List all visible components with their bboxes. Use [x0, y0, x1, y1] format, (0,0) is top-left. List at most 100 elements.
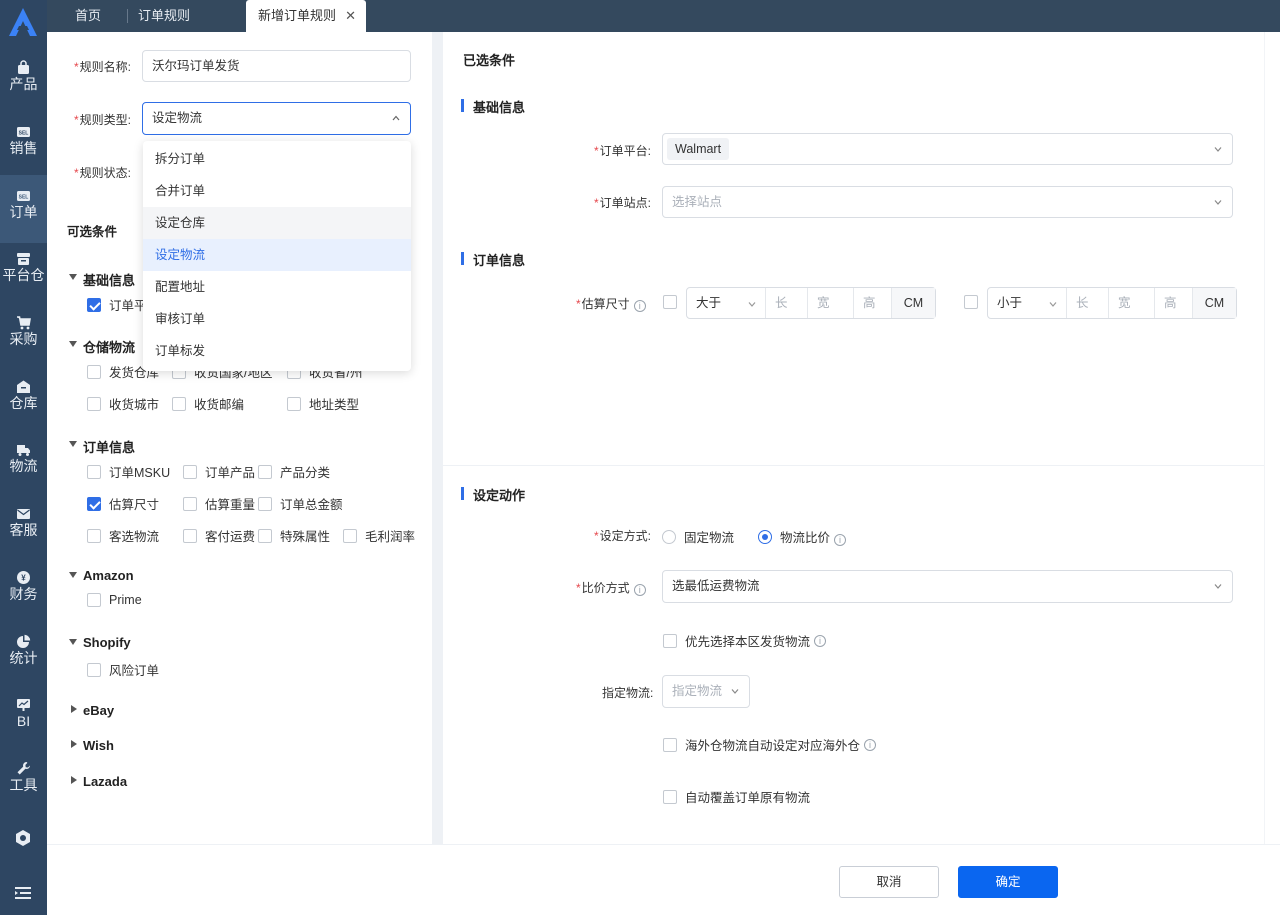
info-icon[interactable]: i	[633, 300, 646, 312]
assign-placeholder: 指定物流	[672, 684, 723, 698]
nav-item-8[interactable]: ¥ 财务	[0, 562, 47, 624]
method-compare-radio[interactable]: 物流比价 i	[758, 527, 847, 546]
scrollbar-track[interactable]	[1264, 32, 1280, 844]
cancel-button[interactable]: 取消	[839, 866, 939, 898]
group-7-header[interactable]: Lazada	[69, 774, 127, 789]
condition-checkbox[interactable]: 产品分类	[258, 462, 330, 481]
condition-checkbox[interactable]: 客付运费	[183, 526, 255, 545]
nav-label: 统计	[9, 650, 38, 666]
size2-height-input[interactable]: 高	[1155, 288, 1193, 318]
nav-label: BI	[16, 713, 31, 729]
rule-status-label: *规则状态:	[74, 166, 132, 180]
size2-length-input[interactable]: 长	[1067, 288, 1109, 318]
group-5-header[interactable]: eBay	[69, 703, 114, 718]
rule-type-option[interactable]: 设定物流	[143, 239, 411, 271]
nav-item-3[interactable]: 平台仓	[0, 243, 47, 305]
group-2-header[interactable]: 订单信息	[69, 437, 135, 456]
condition-checkbox[interactable]: 风险订单	[87, 660, 159, 679]
condition-checkbox[interactable]: 收货邮编	[172, 394, 244, 413]
rule-type-option[interactable]: 合并订单	[143, 175, 411, 207]
info-icon[interactable]: i	[864, 738, 877, 751]
group-4-header[interactable]: Shopify	[69, 635, 131, 650]
nav-item-7[interactable]: 客服	[0, 498, 47, 560]
tab-home[interactable]: 首页	[75, 0, 101, 32]
tab-new-order-rule[interactable]: 新增订单规则 ✕	[246, 0, 366, 32]
size1-checkbox[interactable]	[663, 295, 685, 309]
confirm-button[interactable]: 确定	[958, 866, 1058, 898]
platform-tag[interactable]: Walmart	[667, 138, 730, 160]
rule-type-option[interactable]: 拆分订单	[143, 143, 411, 175]
method-fixed-radio[interactable]: 固定物流	[662, 527, 734, 546]
size2-range: 小于 长 宽 高 CM	[987, 287, 1237, 319]
group-0-header[interactable]: 基础信息	[69, 270, 135, 289]
nav-item-6[interactable]: 物流	[0, 434, 47, 496]
nav-item-2[interactable]: SEL 订单	[0, 175, 47, 243]
rule-name-input[interactable]: 沃尔玛订单发货	[142, 50, 411, 82]
group-1-header[interactable]: 仓储物流	[69, 337, 135, 356]
overseas-checkbox[interactable]: 海外仓物流自动设定对应海外仓 i	[663, 735, 877, 754]
info-icon[interactable]: i	[633, 584, 646, 596]
nav-item-9[interactable]: 统计	[0, 626, 47, 688]
condition-checkbox[interactable]: 客选物流	[87, 526, 159, 545]
rule-type-option[interactable]: 配置地址	[143, 271, 411, 303]
nav-item-1[interactable]: SEL 销售	[0, 116, 47, 178]
product-bag-icon	[18, 60, 29, 74]
compare-select[interactable]: 选最低运费物流	[662, 570, 1233, 603]
nav-item-0[interactable]: 产品	[0, 52, 47, 114]
info-icon[interactable]: i	[814, 634, 827, 647]
size1-range: 大于 长 宽 高 CM	[686, 287, 936, 319]
size2-width-input[interactable]: 宽	[1109, 288, 1155, 318]
rule-type-select[interactable]: 设定物流	[142, 102, 411, 135]
group-3-header[interactable]: Amazon	[69, 568, 134, 583]
condition-checkbox[interactable]: 收货城市	[87, 394, 159, 413]
size1-operator-select[interactable]: 大于	[687, 288, 766, 318]
assign-logistics-select[interactable]: 指定物流	[662, 675, 750, 708]
compare-label: *比价方式 i	[576, 579, 646, 596]
size2-checkbox[interactable]	[964, 295, 986, 309]
section-marker	[461, 99, 464, 112]
condition-checkbox[interactable]: 特殊属性	[258, 526, 330, 545]
site-select[interactable]: 选择站点	[662, 186, 1233, 218]
caret-down-icon	[69, 639, 77, 645]
override-checkbox[interactable]: 自动覆盖订单原有物流	[663, 787, 810, 806]
svg-text:SEL: SEL	[19, 131, 29, 137]
platform-label: *订单平台:	[594, 144, 652, 158]
condition-checkbox[interactable]: Prime	[87, 593, 142, 607]
settings-hex-icon[interactable]	[14, 829, 32, 847]
group-6-header[interactable]: Wish	[69, 738, 114, 753]
tab-bar: 首页 订单规则 新增订单规则 ✕	[47, 0, 1280, 32]
size1-width-input[interactable]: 宽	[808, 288, 854, 318]
condition-checkbox[interactable]: 估算重量	[183, 494, 255, 513]
rule-type-option[interactable]: 审核订单	[143, 303, 411, 335]
rule-type-option[interactable]: 订单标发	[143, 335, 411, 367]
condition-checkbox[interactable]: 毛利润率	[343, 526, 415, 545]
condition-checkbox[interactable]: 订单总金额	[258, 494, 343, 513]
close-icon[interactable]: ✕	[345, 0, 356, 32]
caret-right-icon	[71, 776, 77, 784]
size1-length-input[interactable]: 长	[766, 288, 808, 318]
condition-checkbox[interactable]: 订单产品	[183, 462, 255, 481]
svg-text:SEL: SEL	[19, 195, 29, 201]
tab-label: 订单规则	[138, 8, 191, 23]
nav-item-5[interactable]: 仓库	[0, 371, 47, 433]
prefer-local-checkbox[interactable]: 优先选择本区发货物流 i	[663, 631, 827, 650]
rule-type-option[interactable]: 设定仓库	[143, 207, 411, 239]
size2-operator-select[interactable]: 小于	[988, 288, 1067, 318]
menu-collapse-icon[interactable]	[14, 884, 32, 902]
condition-checkbox[interactable]: 订单MSKU	[87, 462, 170, 481]
nav-item-10[interactable]: BI	[0, 689, 47, 751]
side-nav: 产品 SEL 销售 SEL 订单 平台仓 采购 仓库 物流 客服 ¥ 财务统计 BI 工具	[0, 0, 47, 915]
size1-height-input[interactable]: 高	[854, 288, 892, 318]
info-icon[interactable]: i	[834, 534, 847, 546]
nav-item-4[interactable]: 采购	[0, 307, 47, 369]
panel-gap	[432, 32, 443, 844]
platform-select[interactable]: Walmart	[662, 133, 1233, 165]
condition-checkbox[interactable]: 估算尺寸	[87, 494, 159, 513]
nav-item-11[interactable]: 工具	[0, 753, 47, 815]
tab-order-rules[interactable]: 订单规则	[138, 0, 190, 32]
app-logo-icon[interactable]	[6, 6, 40, 38]
tab-label: 首页	[75, 8, 102, 23]
condition-checkbox[interactable]: 地址类型	[287, 394, 359, 413]
rule-type-label: *规则类型:	[74, 113, 132, 127]
size2-unit: CM	[1193, 288, 1236, 318]
